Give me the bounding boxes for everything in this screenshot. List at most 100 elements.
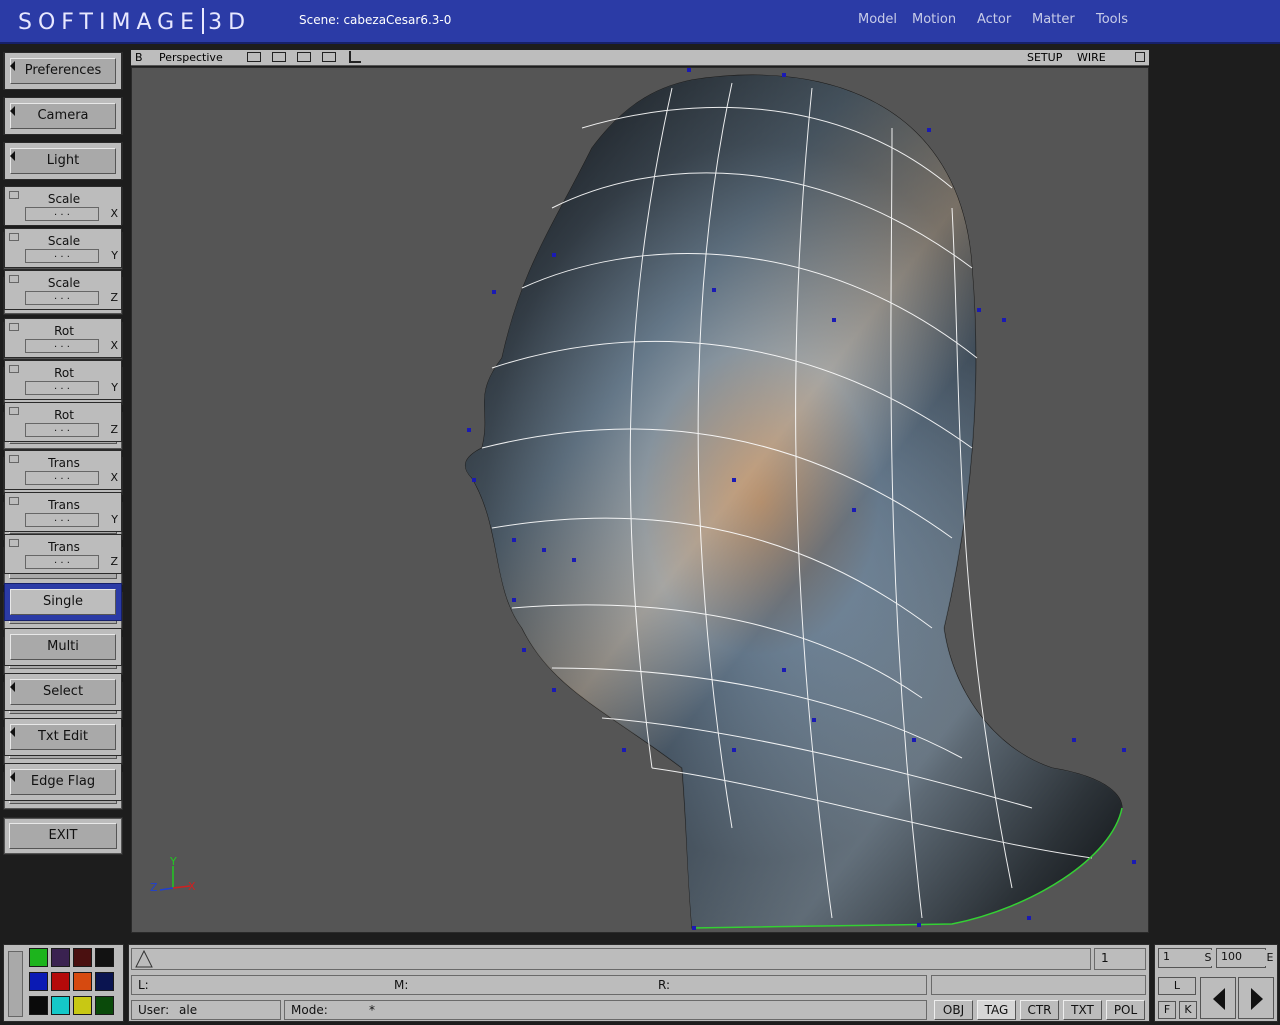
multi-button[interactable]: Multi (4, 628, 122, 666)
slider-value[interactable]: . . . (25, 423, 99, 437)
head-model[interactable]: Y X Z (132, 68, 1149, 933)
scale-y-control[interactable]: Scale. . . Y (4, 228, 122, 268)
play-forward-button[interactable] (1238, 977, 1274, 1019)
view-icon-2[interactable] (272, 52, 286, 62)
color-swatch[interactable] (95, 996, 114, 1015)
exit-label: EXIT (9, 823, 117, 849)
toggle-box[interactable] (9, 191, 19, 199)
timeline-slider[interactable] (131, 948, 1091, 970)
trans-x-control[interactable]: Trans. . . X (4, 450, 122, 490)
view-icon-1[interactable] (247, 52, 261, 62)
scale-x-control[interactable]: Scale. . . X (4, 186, 122, 226)
color-swatch[interactable] (95, 948, 114, 967)
slider-label: Trans (48, 498, 80, 512)
axis-label: X (110, 471, 118, 484)
wire-label[interactable]: WIRE (1077, 50, 1106, 65)
arrow-left-icon (10, 151, 15, 161)
color-swatch[interactable] (95, 972, 114, 991)
light-button[interactable]: Light (4, 142, 122, 180)
view-icon-4[interactable] (322, 52, 336, 62)
trans-z-control[interactable]: Trans. . . Z (4, 534, 122, 574)
toggle-pol[interactable]: POL (1106, 1000, 1145, 1020)
toggle-obj[interactable]: OBJ (934, 1000, 973, 1020)
slider-value[interactable]: . . . (25, 381, 99, 395)
right-control-panel (1154, 46, 1280, 942)
toggle-ctr[interactable]: CTR (1020, 1000, 1059, 1020)
maximize-icon[interactable] (1135, 52, 1145, 62)
axis-icon[interactable] (349, 51, 361, 63)
rot-x-control[interactable]: Rot. . . X (4, 318, 122, 358)
setup-label[interactable]: SETUP (1027, 50, 1062, 65)
axis-label: Y (111, 381, 118, 394)
loop-button[interactable]: L (1158, 977, 1196, 995)
slider-value[interactable]: . . . (25, 339, 99, 353)
color-swatch[interactable] (51, 948, 70, 967)
current-frame-field[interactable]: 1 (1094, 948, 1146, 970)
viewport-perspective[interactable]: Y X Z (131, 67, 1149, 933)
menu-actor[interactable]: Actor (977, 12, 1011, 27)
toggle-box[interactable] (9, 497, 19, 505)
color-swatch[interactable] (29, 948, 48, 967)
single-button[interactable]: Single (4, 583, 122, 621)
head-reflection (465, 75, 1122, 929)
slider-value[interactable]: . . . (25, 555, 99, 569)
toggle-box[interactable] (9, 539, 19, 547)
view-type[interactable]: Perspective (159, 50, 223, 65)
toggle-txt[interactable]: TXT (1063, 1000, 1102, 1020)
toggle-box[interactable] (9, 323, 19, 331)
menu-matter[interactable]: Matter (1032, 12, 1075, 27)
slider-value[interactable]: . . . (25, 513, 99, 527)
rot-z-control[interactable]: Rot. . . Z (4, 402, 122, 442)
user-field: User: ale (131, 1000, 281, 1020)
color-swatch[interactable] (51, 996, 70, 1015)
title-bar: SOFTIMAGE 3D Scene: cabezaCesar6.3-0 Mode… (0, 0, 1280, 44)
toggle-box[interactable] (9, 365, 19, 373)
exit-button[interactable]: EXIT (3, 817, 123, 855)
viewport-id[interactable]: B (135, 50, 143, 65)
scale-z-control[interactable]: Scale. . . Z (4, 270, 122, 310)
menu-motion[interactable]: Motion (912, 12, 956, 27)
k-button[interactable]: K (1179, 1001, 1197, 1019)
play-back-button[interactable] (1200, 977, 1236, 1019)
end-frame-field[interactable]: 100 (1216, 948, 1266, 968)
slider-value[interactable]: . . . (25, 207, 99, 221)
slider-value[interactable]: . . . (25, 471, 99, 485)
txt-edit-button[interactable]: Txt Edit (4, 718, 122, 756)
color-swatch[interactable] (73, 948, 92, 967)
slider-value[interactable]: . . . (25, 249, 99, 263)
menu-tools[interactable]: Tools (1096, 12, 1128, 27)
preferences-button[interactable]: Preferences (4, 52, 122, 90)
toggle-box[interactable] (9, 455, 19, 463)
txt-edit-label: Txt Edit (10, 724, 116, 750)
palette-scroll[interactable] (8, 951, 23, 1017)
timeline-marker-icon[interactable] (134, 949, 154, 969)
camera-label: Camera (10, 103, 116, 129)
mode-field: Mode: * (284, 1000, 927, 1020)
f-button[interactable]: F (1158, 1001, 1176, 1019)
select-button[interactable]: Select (4, 673, 122, 711)
color-swatch[interactable] (73, 996, 92, 1015)
rot-y-control[interactable]: Rot. . . Y (4, 360, 122, 400)
edge-flag-button[interactable]: Edge Flag (4, 763, 122, 801)
axis-label: Y (111, 249, 118, 262)
middle-mouse-label: M: (394, 978, 409, 992)
toggle-box[interactable] (9, 233, 19, 241)
camera-button[interactable]: Camera (4, 97, 122, 135)
preferences-label: Preferences (10, 58, 116, 84)
toggle-tag[interactable]: TAG (977, 1000, 1016, 1020)
color-swatch[interactable] (73, 972, 92, 991)
trans-y-control[interactable]: Trans. . . Y (4, 492, 122, 532)
color-swatch[interactable] (29, 996, 48, 1015)
color-swatch[interactable] (51, 972, 70, 991)
slider-label: Trans (48, 540, 80, 554)
toggle-box[interactable] (9, 275, 19, 283)
menu-model[interactable]: Model (858, 12, 897, 27)
axis-gizmo: Y X Z (150, 855, 196, 894)
slider-label: Rot (54, 366, 74, 380)
slider-label: Rot (54, 408, 74, 422)
slider-value[interactable]: . . . (25, 291, 99, 305)
view-icon-3[interactable] (297, 52, 311, 62)
color-swatch[interactable] (29, 972, 48, 991)
slider-label: Trans (48, 456, 80, 470)
toggle-box[interactable] (9, 407, 19, 415)
